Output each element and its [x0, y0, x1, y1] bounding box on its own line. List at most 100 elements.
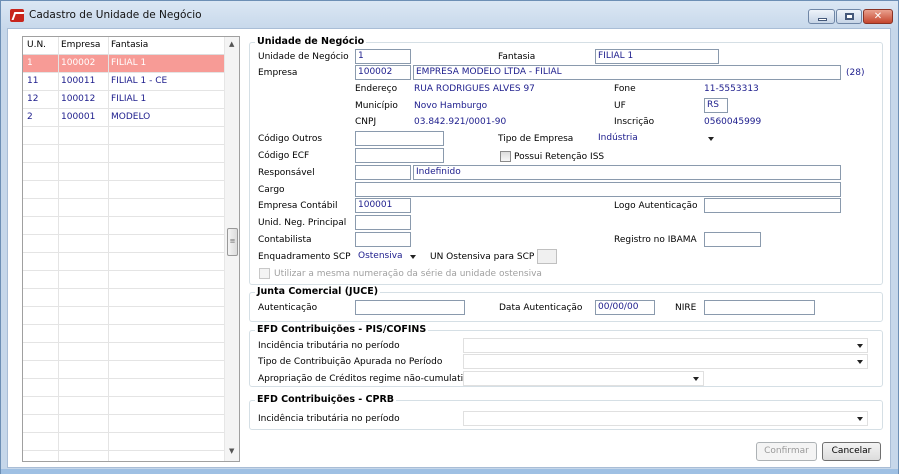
contabilista-input[interactable] — [355, 232, 411, 247]
empresa-contabil-input[interactable]: 100001 — [355, 198, 411, 213]
label: Apropriação de Créditos regime não-cumul… — [258, 374, 474, 384]
col-divider — [108, 37, 109, 461]
cell-fantasia: MODELO — [111, 112, 151, 122]
cell-un: 2 — [27, 112, 33, 122]
scroll-down-icon[interactable]: ▼ — [229, 447, 234, 455]
list-row[interactable]: 2 100001 MODELO — [23, 109, 224, 127]
label: Cargo — [258, 185, 285, 195]
label: UN Ostensiva para SCP — [430, 252, 535, 262]
cell-un: 1 — [27, 58, 33, 68]
cnpj-value: 03.842.921/0001-90 — [414, 117, 507, 127]
responsavel-code-input[interactable] — [355, 165, 411, 180]
codigo-outros-input[interactable] — [355, 131, 444, 146]
cprb-incidencia-select[interactable] — [463, 411, 868, 426]
maximize-icon — [845, 13, 854, 20]
cell-empresa: 100011 — [61, 76, 96, 86]
list-row[interactable] — [23, 163, 224, 181]
data-autenticacao-input[interactable]: 00/00/00 — [595, 300, 655, 315]
pis-apropriacao-select[interactable] — [463, 371, 704, 386]
label: Autenticação — [258, 303, 318, 313]
close-button[interactable]: ✕ — [863, 9, 893, 24]
label: Incidência tributária no período — [258, 414, 400, 424]
responsavel-name-input[interactable]: Indefinido — [413, 165, 841, 180]
label: Endereço — [355, 84, 398, 94]
col-un[interactable]: U.N. — [27, 40, 46, 50]
label: Logo Autenticação — [614, 201, 698, 211]
label: Código ECF — [258, 151, 310, 161]
minimize-icon — [818, 18, 827, 21]
pis-incidencia-select[interactable] — [463, 338, 868, 353]
list-row[interactable]: 1 100002 FILIAL 1 — [23, 55, 224, 73]
maximize-button[interactable] — [836, 9, 862, 24]
codigo-ecf-input[interactable] — [355, 148, 444, 163]
list-row[interactable] — [23, 127, 224, 145]
cell-fantasia: FILIAL 1 - CE — [111, 76, 168, 86]
chevron-down-icon — [693, 377, 699, 381]
unit-list[interactable]: U.N. Empresa Fantasia 1 100002 FILIAL 1 11 1… — [22, 36, 240, 462]
mesma-numeracao-checkbox[interactable] — [259, 268, 270, 279]
empresa-count: (28) — [846, 68, 865, 78]
col-fantasia[interactable]: Fantasia — [111, 40, 148, 50]
uf-input[interactable]: RS — [704, 98, 728, 113]
empresa-code-input[interactable]: 100002 — [355, 65, 411, 80]
list-row[interactable] — [23, 397, 224, 415]
scroll-up-icon[interactable]: ▲ — [229, 40, 234, 48]
registro-ibama-input[interactable] — [704, 232, 761, 247]
label: Incidência tributária no período — [258, 341, 400, 351]
label: UF — [614, 101, 626, 111]
un-ostensiva-input[interactable] — [537, 249, 557, 264]
list-row[interactable] — [23, 325, 224, 343]
list-row[interactable] — [23, 145, 224, 163]
label: Inscrição — [614, 117, 655, 127]
minimize-button[interactable] — [808, 9, 835, 24]
tipo-empresa-select[interactable]: Indústria — [595, 131, 719, 146]
pis-tipo-select[interactable] — [463, 354, 868, 369]
enquadramento-select[interactable]: Ostensiva — [355, 249, 421, 264]
title-bar[interactable]: Cadastro de Unidade de Negócio ✕ — [1, 1, 898, 29]
col-empresa[interactable]: Empresa — [61, 40, 100, 50]
autenticacao-input[interactable] — [355, 300, 465, 315]
list-row[interactable] — [23, 433, 224, 451]
list-scrollbar[interactable]: ▲ ≡ ▼ — [224, 37, 239, 461]
label: Unid. Neg. Principal — [258, 218, 347, 228]
list-row[interactable] — [23, 415, 224, 433]
logo-autenticacao-input[interactable] — [704, 198, 841, 213]
scroll-thumb[interactable]: ≡ — [227, 228, 238, 256]
list-row[interactable] — [23, 253, 224, 271]
list-row[interactable] — [23, 217, 224, 235]
label: Unidade de Negócio — [258, 52, 349, 62]
list-row[interactable] — [23, 307, 224, 325]
cargo-input[interactable] — [355, 182, 841, 197]
cell-empresa: 100002 — [61, 58, 96, 68]
group-title: EFD Contribuições - PIS/COFINS — [255, 324, 429, 335]
list-row[interactable] — [23, 199, 224, 217]
cell-empresa: 100001 — [61, 112, 96, 122]
list-row[interactable] — [23, 451, 224, 461]
retencao-iss-checkbox[interactable] — [500, 151, 511, 162]
unid-neg-principal-input[interactable] — [355, 215, 411, 230]
list-row[interactable]: 11 100011 FILIAL 1 - CE — [23, 73, 224, 91]
list-row[interactable] — [23, 343, 224, 361]
list-row[interactable] — [23, 181, 224, 199]
label: Responsável — [258, 168, 315, 178]
endereco-value: RUA RODRIGUES ALVES 97 — [414, 84, 535, 94]
cell-un: 12 — [27, 94, 39, 104]
confirmar-button[interactable]: Confirmar — [756, 442, 817, 461]
cancelar-button[interactable]: Cancelar — [822, 442, 881, 461]
list-row[interactable] — [23, 361, 224, 379]
list-row[interactable] — [23, 271, 224, 289]
list-row[interactable] — [23, 289, 224, 307]
unidade-input[interactable]: 1 — [355, 49, 411, 64]
window-title: Cadastro de Unidade de Negócio — [29, 9, 202, 21]
chevron-down-icon — [410, 255, 416, 259]
nire-input[interactable] — [704, 300, 815, 315]
fantasia-input[interactable]: FILIAL 1 — [595, 49, 719, 64]
cell-fantasia: FILIAL 1 — [111, 58, 147, 68]
empresa-name-input[interactable]: EMPRESA MODELO LTDA - FILIAL — [413, 65, 841, 80]
list-row[interactable]: 12 100012 FILIAL 1 — [23, 91, 224, 109]
app-icon — [10, 9, 24, 22]
list-row[interactable] — [23, 379, 224, 397]
list-row[interactable] — [23, 235, 224, 253]
chevron-down-icon — [857, 417, 863, 421]
chevron-down-icon — [708, 137, 714, 141]
